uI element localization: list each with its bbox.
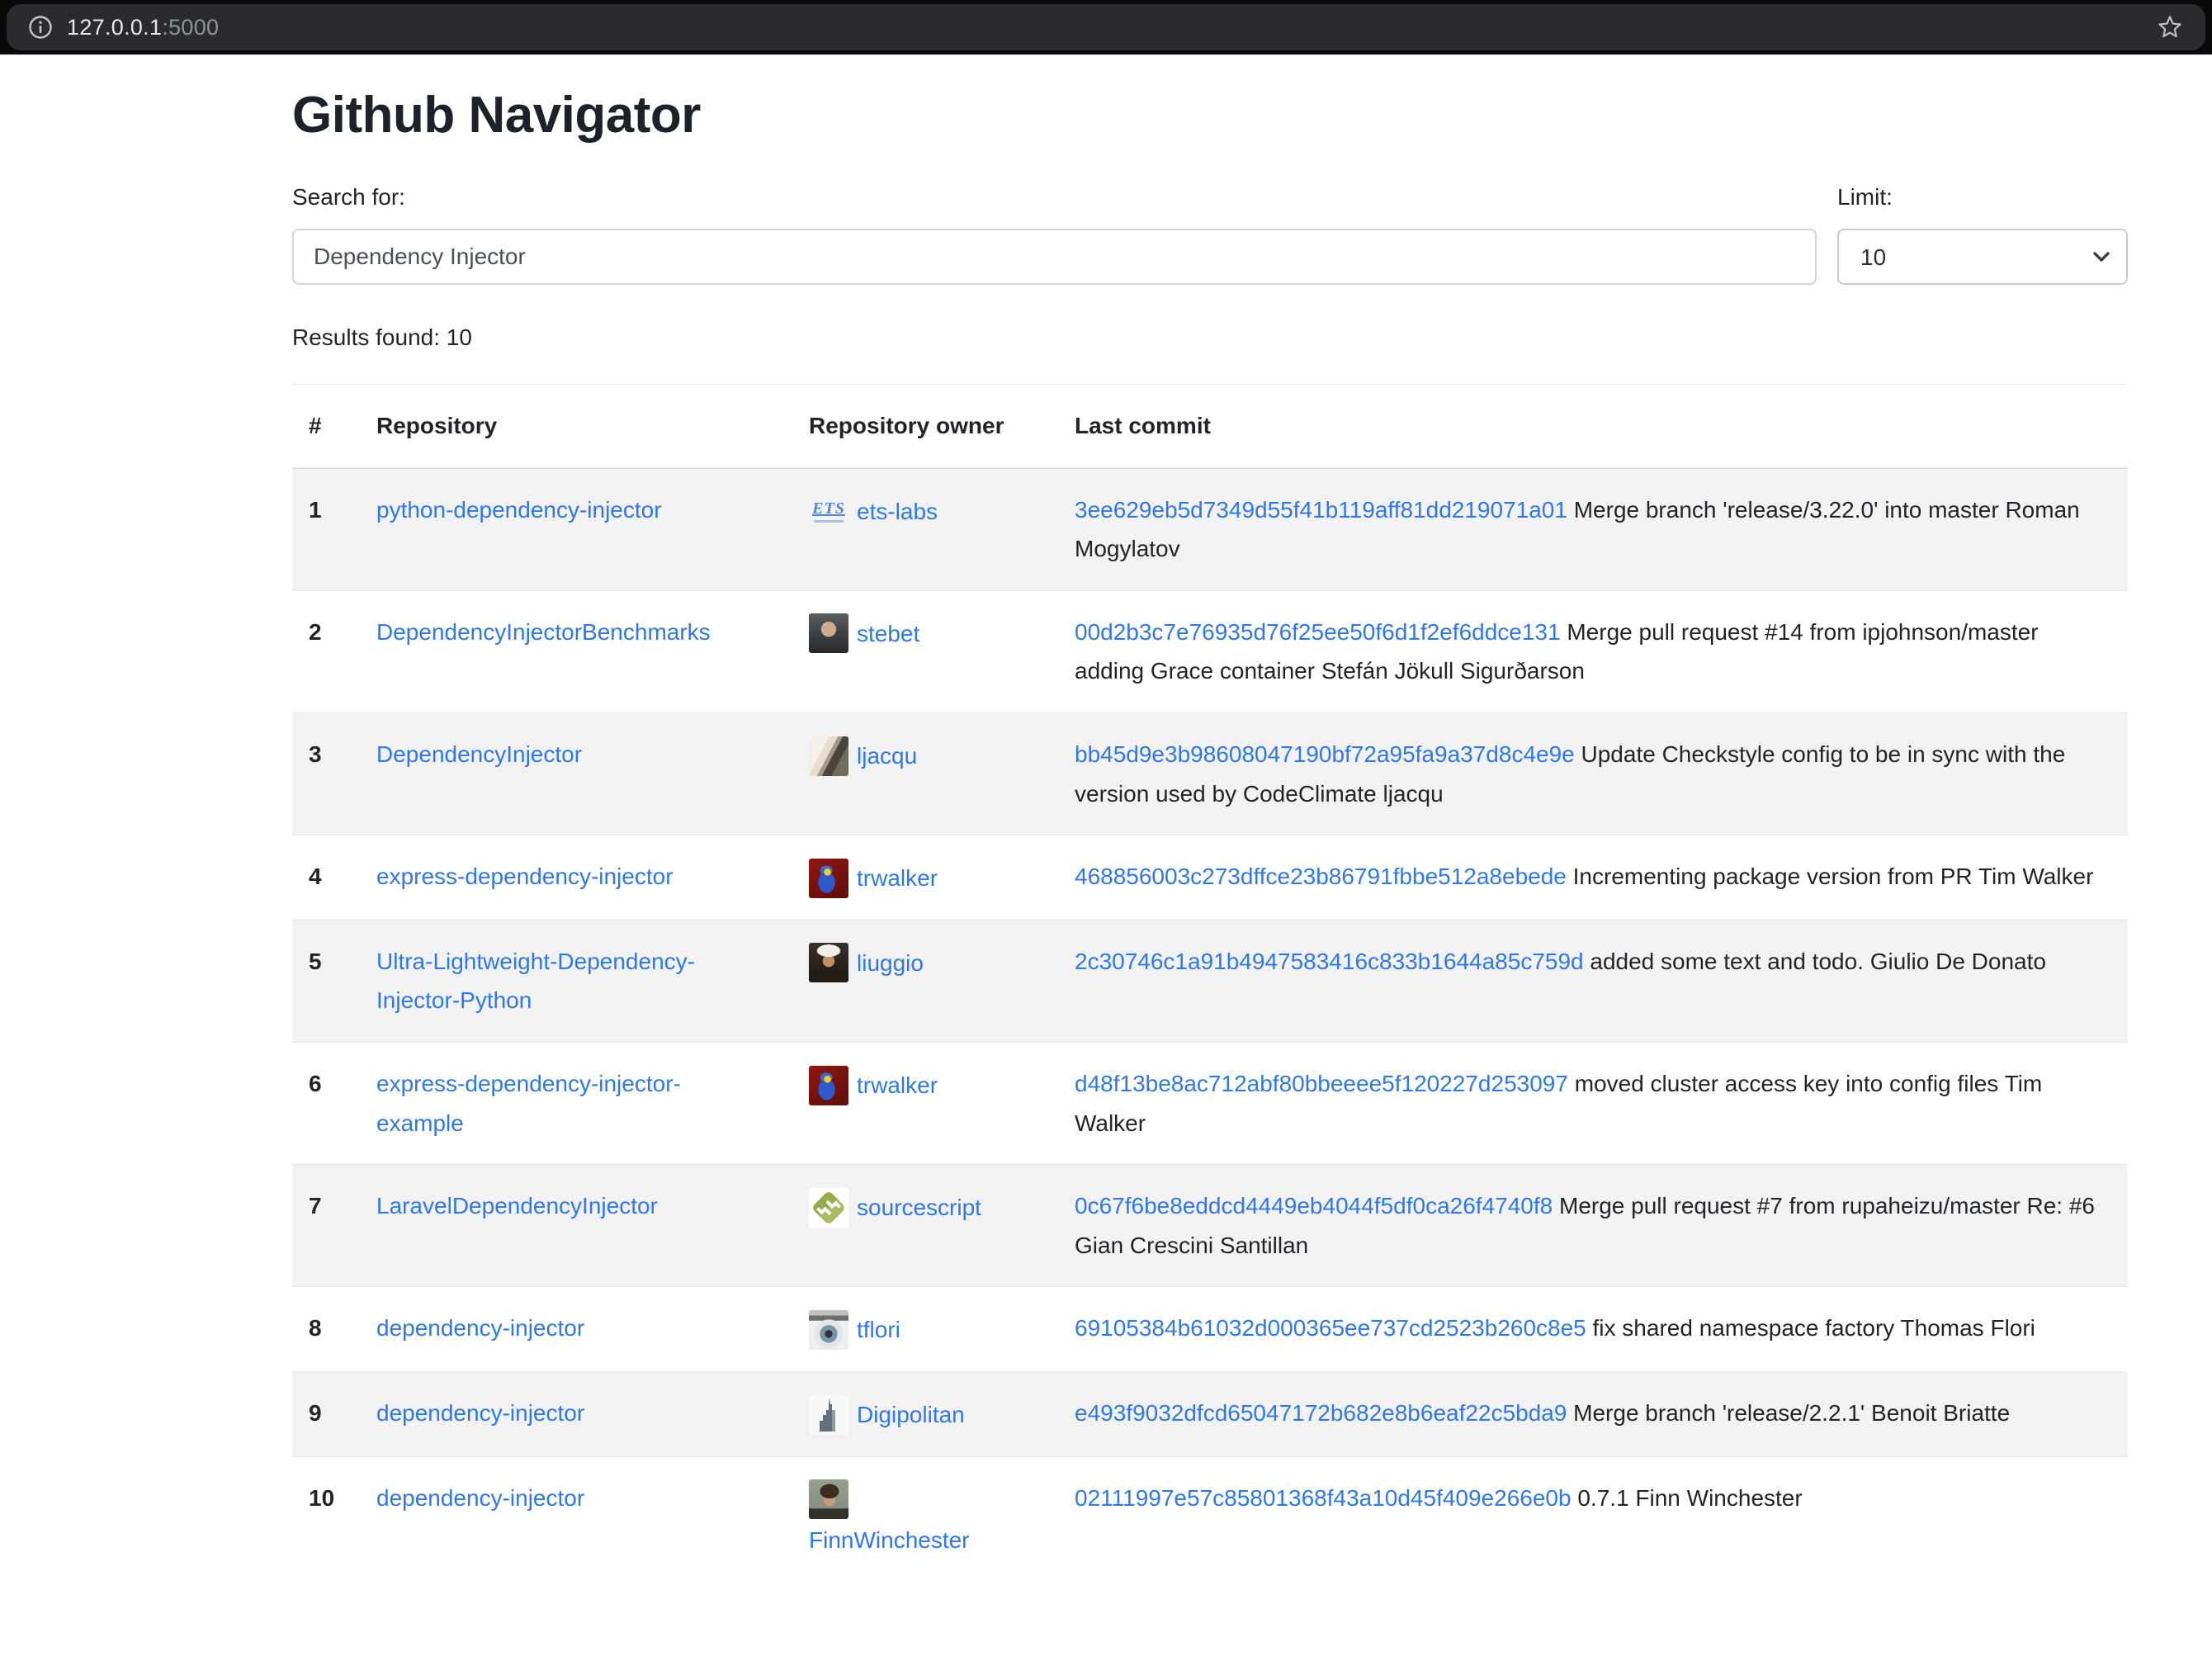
- bookmark-star-icon[interactable]: [2156, 13, 2184, 41]
- avatar-liuggio-photo: [809, 943, 848, 982]
- commit-hash-link[interactable]: 02111997e57c85801368f43a10d45f409e266e0b: [1075, 1485, 1572, 1511]
- table-row: 10 dependency-injector FinnWinchester 02…: [292, 1456, 2128, 1582]
- row-number: 5: [292, 920, 360, 1042]
- avatar-stebet-photo: [809, 613, 848, 653]
- results-table: # Repository Repository owner Last commi…: [292, 384, 2128, 1582]
- table-row: 1 python-dependency-injector ETSets-labs…: [292, 468, 2128, 591]
- commit-hash-link[interactable]: 468856003c273dffce23b86791fbbe512a8ebede: [1075, 864, 1567, 889]
- avatar-digipolitan-building-logo: [809, 1395, 848, 1435]
- commit-hash-link[interactable]: 0c67f6be8eddcd4449eb4044f5df0ca26f4740f8: [1075, 1193, 1553, 1219]
- address-bar[interactable]: 127.0.0.1:5000: [7, 4, 2205, 50]
- url-host: 127.0.0.1: [67, 15, 162, 40]
- results-count: Results found: 10: [292, 324, 2128, 351]
- row-number: 8: [292, 1287, 360, 1372]
- table-row: 3 DependencyInjector ljacqu bb45d9e3b986…: [292, 712, 2128, 835]
- site-info-icon[interactable]: [28, 15, 53, 40]
- avatar-ljacqu-photo: [809, 736, 848, 776]
- table-row: 9 dependency-injector Digipolitan e493f9…: [292, 1371, 2128, 1456]
- table-row: 7 LaravelDependencyInjector sourcescript…: [292, 1165, 2128, 1287]
- page-content: Github Navigator Search for: Limit: 10 R…: [0, 86, 2212, 1582]
- avatar-sourcescript-logo: [809, 1188, 848, 1228]
- repo-link[interactable]: express-dependency-injector: [376, 864, 674, 889]
- avatar-trwalker-lego: [809, 859, 848, 898]
- commit-hash-link[interactable]: 2c30746c1a91b4947583416c833b1644a85c759d: [1075, 949, 1584, 974]
- table-row: 4 express-dependency-injector trwalker 4…: [292, 835, 2128, 920]
- repo-link[interactable]: DependencyInjectorBenchmarks: [376, 619, 711, 645]
- table-row: 5 Ultra-Lightweight-Dependency-Injector-…: [292, 920, 2128, 1042]
- col-header-repository: Repository: [360, 385, 792, 468]
- search-label: Search for:: [292, 184, 1817, 211]
- row-number: 2: [292, 590, 360, 712]
- owner-link[interactable]: stebet: [809, 619, 919, 645]
- owner-link[interactable]: trwalker: [809, 1071, 938, 1096]
- page-title: Github Navigator: [292, 86, 2128, 144]
- commit-hash-link[interactable]: e493f9032dfcd65047172b682e8b6eaf22c5bda9: [1075, 1400, 1567, 1426]
- row-number: 9: [292, 1371, 360, 1456]
- owner-link[interactable]: tflori: [809, 1315, 900, 1341]
- commit-message: 0.7.1 Finn Winchester: [1577, 1485, 1802, 1511]
- row-number: 3: [292, 712, 360, 835]
- commit-hash-link[interactable]: bb45d9e3b98608047190bf72a95fa9a37d8c4e9e: [1075, 741, 1575, 767]
- avatar-finnwinchester-photo: [809, 1479, 848, 1519]
- owner-link[interactable]: trwalker: [809, 864, 938, 889]
- commit-message: fix shared namespace factory Thomas Flor…: [1593, 1315, 2035, 1341]
- commit-hash-link[interactable]: 00d2b3c7e76935d76f25ee50f6d1f2ef6ddce131: [1075, 619, 1561, 645]
- repo-link[interactable]: express-dependency-injector-example: [376, 1071, 681, 1136]
- owner-link[interactable]: ETSets-labs: [809, 497, 938, 523]
- limit-label: Limit:: [1837, 184, 2128, 211]
- owner-link[interactable]: liuggio: [809, 949, 924, 974]
- row-number: 4: [292, 835, 360, 920]
- url-text: 127.0.0.1:5000: [67, 15, 219, 40]
- commit-hash-link[interactable]: 69105384b61032d000365ee737cd2523b260c8e5: [1075, 1315, 1586, 1341]
- repo-link[interactable]: Ultra-Lightweight-Dependency-Injector-Py…: [376, 949, 695, 1014]
- repo-link[interactable]: LaravelDependencyInjector: [376, 1193, 658, 1219]
- repo-link[interactable]: python-dependency-injector: [376, 497, 662, 523]
- row-number: 7: [292, 1165, 360, 1287]
- search-form: Search for: Limit: 10: [292, 184, 2128, 285]
- owner-link[interactable]: Digipolitan: [809, 1400, 965, 1426]
- repo-link[interactable]: DependencyInjector: [376, 741, 582, 767]
- commit-message: added some text and todo. Giulio De Dona…: [1590, 949, 2046, 974]
- row-number: 1: [292, 468, 360, 591]
- table-row: 6 express-dependency-injector-example tr…: [292, 1042, 2128, 1164]
- commit-hash-link[interactable]: 3ee629eb5d7349d55f41b119aff81dd219071a01: [1075, 497, 1567, 523]
- owner-link[interactable]: FinnWinchester: [809, 1485, 970, 1552]
- col-header-last-commit: Last commit: [1058, 385, 2128, 468]
- commit-hash-link[interactable]: d48f13be8ac712abf80bbeeee5f120227d253097: [1075, 1071, 1568, 1096]
- owner-link[interactable]: sourcescript: [809, 1193, 981, 1219]
- row-number: 6: [292, 1042, 360, 1164]
- repo-link[interactable]: dependency-injector: [376, 1485, 584, 1511]
- table-row: 2 DependencyInjectorBenchmarks stebet 00…: [292, 590, 2128, 712]
- search-input[interactable]: [292, 229, 1817, 285]
- url-port: :5000: [162, 15, 219, 40]
- row-number: 10: [292, 1456, 360, 1582]
- owner-link[interactable]: ljacqu: [809, 741, 917, 767]
- limit-select[interactable]: 10: [1837, 229, 2128, 285]
- col-header-number: #: [292, 385, 360, 468]
- col-header-owner: Repository owner: [792, 385, 1058, 468]
- browser-toolbar: 127.0.0.1:5000: [0, 0, 2212, 54]
- repo-link[interactable]: dependency-injector: [376, 1315, 584, 1341]
- avatar-ets-labs-logo: ETS: [809, 491, 848, 531]
- avatar-tflori-eye-photo: [809, 1310, 848, 1350]
- commit-message: Incrementing package version from PR Tim…: [1573, 864, 2094, 889]
- avatar-trwalker-lego: [809, 1066, 848, 1105]
- commit-message: Merge branch 'release/2.2.1' Benoit Bria…: [1573, 1400, 2010, 1426]
- repo-link[interactable]: dependency-injector: [376, 1400, 584, 1426]
- table-row: 8 dependency-injector tflori 69105384b61…: [292, 1287, 2128, 1372]
- table-header-row: # Repository Repository owner Last commi…: [292, 385, 2128, 468]
